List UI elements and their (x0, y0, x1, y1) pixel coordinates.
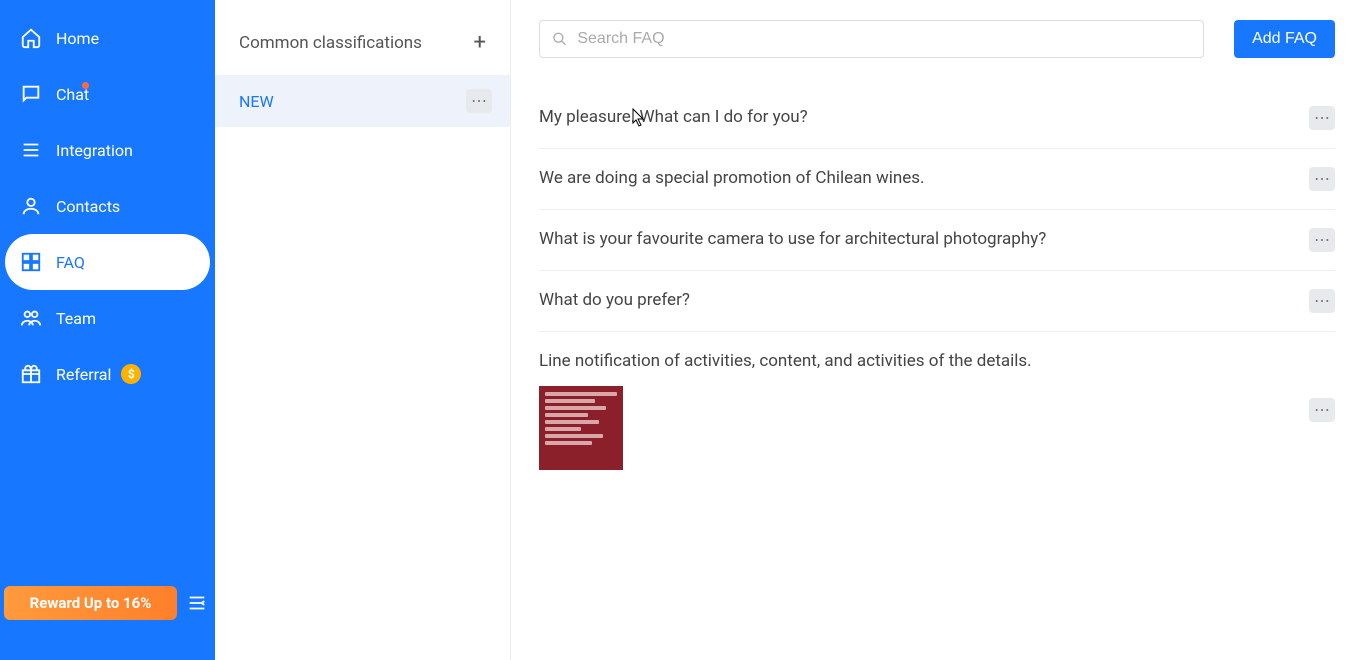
chat-icon (20, 83, 42, 105)
faq-thumbnail[interactable] (539, 386, 623, 470)
nav-label: Contacts (56, 197, 120, 216)
faq-list: My pleasure. What can I do for you? ⋯ We… (539, 88, 1335, 488)
integration-icon (20, 139, 42, 161)
nav-label: Team (56, 309, 96, 328)
faq-row[interactable]: Line notification of activities, content… (539, 332, 1335, 488)
faq-more-button[interactable]: ⋯ (1309, 228, 1335, 252)
faq-text: What do you prefer? (539, 289, 1309, 313)
faq-row[interactable]: We are doing a special promotion of Chil… (539, 149, 1335, 210)
nav-label: Referral (56, 365, 111, 384)
faq-more-button[interactable]: ⋯ (1309, 398, 1335, 422)
home-icon (20, 27, 42, 49)
nav-label: Home (56, 29, 99, 48)
sidebar: Home Chat Integration Contacts FAQ Team (0, 0, 215, 660)
main-content: Add FAQ My pleasure. What can I do for y… (511, 0, 1363, 660)
notification-dot (82, 82, 89, 89)
search-input[interactable] (577, 30, 1191, 48)
coin-icon: $ (121, 364, 141, 384)
classification-panel: Common classifications + NEW ⋯ (215, 0, 511, 660)
add-faq-button[interactable]: Add FAQ (1234, 20, 1335, 58)
classification-label: NEW (239, 92, 274, 111)
classification-item[interactable]: NEW ⋯ (215, 75, 510, 127)
search-wrap[interactable] (539, 20, 1204, 58)
faq-body: Line notification of activities, content… (539, 350, 1309, 470)
faq-text: What is your favourite camera to use for… (539, 228, 1309, 252)
classification-more-button[interactable]: ⋯ (466, 89, 492, 113)
faq-icon (20, 251, 42, 273)
faq-row[interactable]: What do you prefer? ⋯ (539, 271, 1335, 332)
nav-home[interactable]: Home (0, 10, 215, 66)
faq-more-button[interactable]: ⋯ (1309, 167, 1335, 191)
faq-more-button[interactable]: ⋯ (1309, 289, 1335, 313)
faq-row[interactable]: My pleasure. What can I do for you? ⋯ (539, 88, 1335, 149)
faq-text: We are doing a special promotion of Chil… (539, 167, 1309, 191)
nav-label: Integration (56, 141, 133, 160)
nav-team[interactable]: Team (0, 290, 215, 346)
faq-row[interactable]: What is your favourite camera to use for… (539, 210, 1335, 271)
search-icon (552, 31, 567, 47)
faq-text: Line notification of activities, content… (539, 350, 1309, 374)
add-classification-button[interactable]: + (474, 30, 486, 55)
nav-faq[interactable]: FAQ (5, 234, 210, 290)
reward-banner[interactable]: Reward Up to 16% (4, 586, 177, 620)
team-icon (20, 307, 42, 329)
contact-icon (20, 195, 42, 217)
nav-chat[interactable]: Chat (0, 66, 215, 122)
toolbar: Add FAQ (539, 20, 1335, 58)
gift-icon (20, 363, 42, 385)
nav-label: FAQ (56, 253, 85, 272)
nav-integration[interactable]: Integration (0, 122, 215, 178)
panel-title: Common classifications (239, 33, 422, 53)
faq-text: My pleasure. What can I do for you? (539, 106, 1309, 130)
nav-contacts[interactable]: Contacts (0, 178, 215, 234)
panel-header: Common classifications + (215, 0, 510, 75)
nav-referral[interactable]: Referral $ (0, 346, 215, 402)
faq-more-button[interactable]: ⋯ (1309, 106, 1335, 130)
sidebar-bottom: Reward Up to 16% (4, 586, 211, 620)
collapse-sidebar-button[interactable] (183, 589, 211, 617)
classification-list: NEW ⋯ (215, 75, 510, 127)
